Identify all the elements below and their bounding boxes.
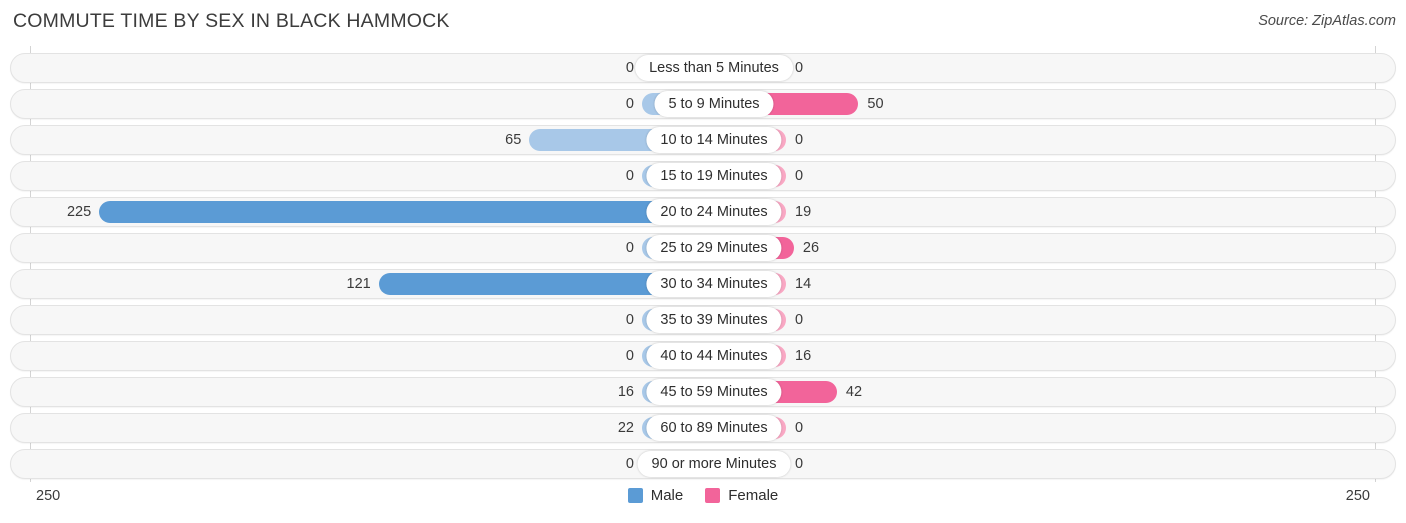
legend-swatch-female-icon [705, 488, 721, 503]
bar-value-female: 0 [795, 168, 804, 184]
table-row: 0 26 25 to 29 Minutes [10, 233, 1396, 263]
table-row: 225 19 20 to 24 Minutes [10, 197, 1396, 227]
bar-value-female: 0 [795, 312, 804, 328]
source-attribution: Source: ZipAtlas.com [1258, 13, 1396, 29]
bar-value-female: 0 [795, 60, 804, 76]
bar-value-male: 0 [625, 168, 634, 184]
table-row: 121 14 30 to 34 Minutes [10, 269, 1396, 299]
category-label: 45 to 59 Minutes [646, 379, 782, 405]
bar-value-female: 0 [795, 420, 804, 436]
category-label: 35 to 39 Minutes [646, 307, 782, 333]
bar-value-female: 50 [867, 96, 884, 112]
category-label: 60 to 89 Minutes [646, 415, 782, 441]
bar-value-female: 42 [845, 384, 863, 400]
bar-value-male: 65 [505, 132, 522, 148]
bar-value-female: 0 [795, 456, 804, 472]
legend-swatch-male-icon [627, 488, 643, 503]
category-label: 10 to 14 Minutes [646, 127, 782, 153]
chart-footer: 250 250 Male Female [0, 482, 1406, 523]
bar-value-male: 225 [66, 204, 92, 220]
bar-value-male: 0 [625, 456, 634, 472]
table-row: 0 16 40 to 44 Minutes [10, 341, 1396, 371]
page-title: COMMUTE TIME BY SEX IN BLACK HAMMOCK [13, 10, 450, 32]
bar-value-male: 0 [625, 240, 634, 256]
chart-legend: Male Female [0, 487, 1406, 504]
category-label: 25 to 29 Minutes [646, 235, 782, 261]
bar-value-female: 0 [795, 132, 804, 148]
table-row: 0 50 5 to 9 Minutes [10, 89, 1396, 119]
category-label: 15 to 19 Minutes [646, 163, 782, 189]
bar-value-male: 121 [346, 276, 371, 292]
table-row: 0 0 Less than 5 Minutes [10, 53, 1396, 83]
table-row: 65 0 10 to 14 Minutes [10, 125, 1396, 155]
category-label: 30 to 34 Minutes [646, 271, 782, 297]
bar-male[interactable] [99, 201, 704, 223]
category-label: 20 to 24 Minutes [646, 199, 782, 225]
bar-value-male: 22 [617, 420, 634, 436]
category-label: Less than 5 Minutes [635, 55, 793, 81]
bar-value-male: 0 [625, 60, 634, 76]
bar-value-male: 16 [617, 384, 634, 400]
bar-value-female: 19 [795, 204, 812, 220]
bar-value-female: 26 [802, 240, 820, 256]
bar-value-female: 16 [795, 348, 812, 364]
category-label: 5 to 9 Minutes [654, 91, 774, 117]
legend-item-male[interactable]: Male [627, 487, 684, 504]
legend-item-female[interactable]: Female [705, 487, 778, 504]
chart-container: COMMUTE TIME BY SEX IN BLACK HAMMOCK Sou… [0, 0, 1406, 523]
bar-value-male: 0 [625, 96, 634, 112]
plot-area: 0 0 Less than 5 Minutes 0 50 5 to 9 Minutes 65… [0, 46, 1406, 482]
bar-value-female: 14 [795, 276, 812, 292]
table-row: 0 0 15 to 19 Minutes [10, 161, 1396, 191]
table-row: 16 42 45 to 59 Minutes [10, 377, 1396, 407]
legend-label-female: Female [728, 487, 779, 504]
table-row: 0 0 90 or more Minutes [10, 449, 1396, 479]
bar-value-male: 0 [625, 348, 634, 364]
table-row: 0 0 35 to 39 Minutes [10, 305, 1396, 335]
category-label: 40 to 44 Minutes [646, 343, 782, 369]
bar-value-male: 0 [625, 312, 634, 328]
category-label: 90 or more Minutes [637, 451, 791, 477]
legend-label-male: Male [650, 487, 684, 504]
table-row: 22 0 60 to 89 Minutes [10, 413, 1396, 443]
chart-header: COMMUTE TIME BY SEX IN BLACK HAMMOCK Sou… [0, 0, 1406, 46]
